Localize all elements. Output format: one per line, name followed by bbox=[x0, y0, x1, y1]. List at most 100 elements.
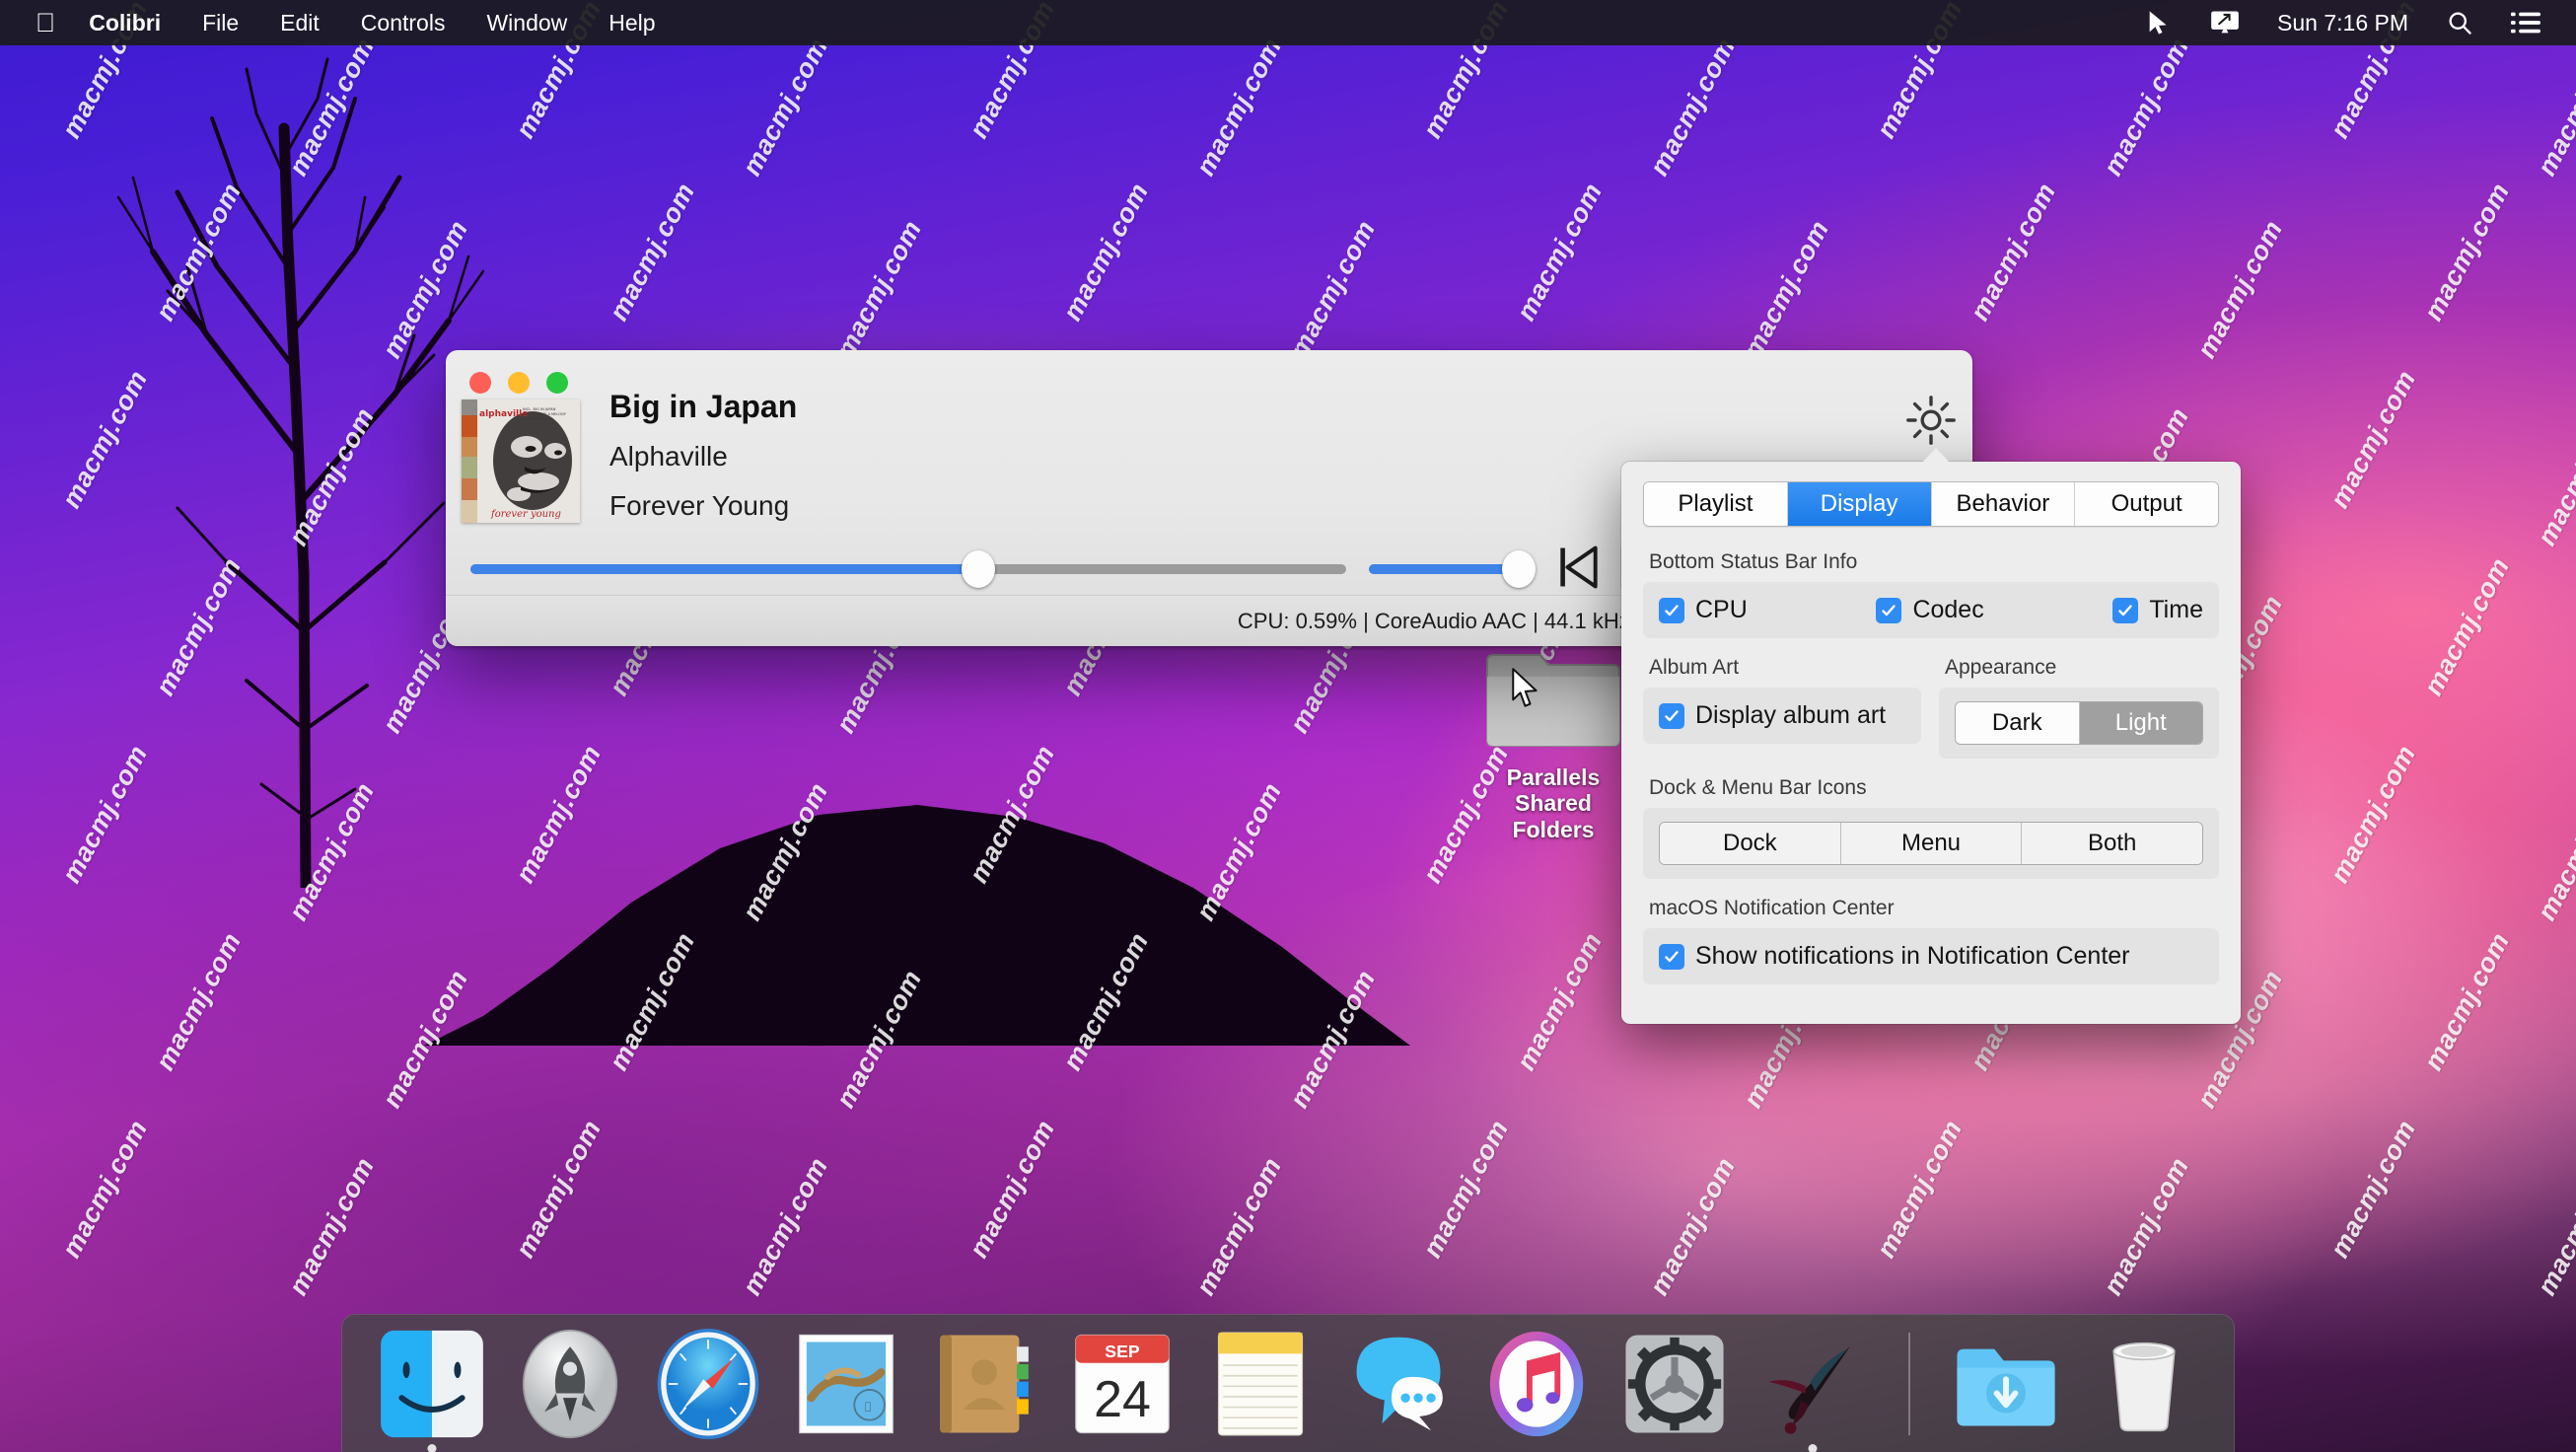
notes-icon bbox=[1202, 1326, 1319, 1442]
dock-item-mail[interactable]:  bbox=[788, 1326, 904, 1442]
dock-item-contacts[interactable] bbox=[926, 1326, 1042, 1442]
appearance-option-light[interactable]: Light bbox=[2080, 702, 2203, 744]
dock-item-launchpad[interactable] bbox=[512, 1326, 628, 1442]
progress-slider-knob[interactable] bbox=[962, 550, 995, 588]
track-metadata: Big in Japan Alphaville Forever Young bbox=[609, 389, 797, 522]
calendar-month: SEP bbox=[1105, 1341, 1140, 1360]
screen-share-icon[interactable] bbox=[2210, 9, 2240, 36]
messages-icon bbox=[1340, 1326, 1457, 1442]
search-icon[interactable] bbox=[2446, 9, 2473, 36]
shared-folder-icon bbox=[1479, 641, 1627, 752]
contacts-icon bbox=[926, 1326, 1042, 1442]
checkbox-show-notifications-label: Show notifications in Notification Cente… bbox=[1695, 942, 2130, 971]
dock-separator bbox=[1908, 1333, 1910, 1435]
itunes-icon bbox=[1478, 1326, 1595, 1442]
track-album: Forever Young bbox=[609, 490, 797, 522]
svg-text::  bbox=[865, 1399, 871, 1412]
dock-item-itunes[interactable] bbox=[1478, 1326, 1595, 1442]
finder-icon bbox=[374, 1326, 490, 1442]
section-label-dock-icons: Dock & Menu Bar Icons bbox=[1649, 776, 2219, 800]
preferences-popover[interactable]: Playlist Display Behavior Output Bottom … bbox=[1621, 462, 2241, 1024]
progress-slider[interactable] bbox=[470, 564, 1346, 574]
appearance-segmented-control: Dark Light bbox=[1955, 701, 2203, 745]
downloads-folder-icon bbox=[1948, 1326, 2064, 1442]
running-indicator bbox=[428, 1444, 437, 1452]
dock-icons-option-both[interactable]: Both bbox=[2022, 823, 2202, 864]
svg-text:SOUNDS LIKE A MELODY: SOUNDS LIKE A MELODY bbox=[523, 412, 567, 416]
dock:  SEP 24 bbox=[341, 1314, 2235, 1452]
dock-item-system-preferences[interactable] bbox=[1616, 1326, 1733, 1442]
preferences-tab-bar: Playlist Display Behavior Output bbox=[1643, 481, 2219, 527]
section-label-album-art: Album Art bbox=[1649, 656, 1921, 680]
close-button[interactable] bbox=[469, 372, 491, 394]
section-label-status-bar: Bottom Status Bar Info bbox=[1649, 550, 2219, 574]
dock-icons-option-menu[interactable]: Menu bbox=[1841, 823, 2023, 864]
dock-item-messages[interactable] bbox=[1340, 1326, 1457, 1442]
dock-item-finder[interactable] bbox=[374, 1326, 490, 1442]
svg-text:forever young: forever young bbox=[490, 509, 561, 520]
checkmark-icon bbox=[1876, 598, 1901, 623]
dock-item-trash[interactable] bbox=[2086, 1326, 2202, 1442]
previous-track-icon[interactable] bbox=[1556, 544, 1600, 590]
checkbox-show-notifications[interactable]: Show notifications in Notification Cente… bbox=[1659, 942, 2203, 971]
menu-item-help[interactable]: Help bbox=[608, 10, 655, 36]
window-traffic-lights bbox=[469, 372, 568, 394]
notification-options-group: Show notifications in Notification Cente… bbox=[1643, 928, 2219, 984]
checkmark-icon bbox=[2112, 598, 2138, 623]
tab-behavior[interactable]: Behavior bbox=[1932, 482, 2076, 526]
calendar-icon: SEP 24 bbox=[1064, 1326, 1181, 1442]
dock-item-colibri[interactable] bbox=[1754, 1326, 1871, 1442]
menu-item-app[interactable]: Colibri bbox=[89, 10, 161, 36]
tab-output[interactable]: Output bbox=[2075, 482, 2218, 526]
checkbox-display-album-art[interactable]: Display album art bbox=[1659, 701, 1905, 730]
running-indicator bbox=[1809, 1444, 1818, 1452]
menu-bar-clock[interactable]: Sun 7:16 PM bbox=[2277, 10, 2408, 36]
menu-item-window[interactable]: Window bbox=[486, 10, 567, 36]
minimize-button[interactable] bbox=[508, 372, 530, 394]
tab-display[interactable]: Display bbox=[1788, 482, 1932, 526]
checkbox-cpu[interactable]: CPU bbox=[1659, 596, 1748, 624]
tab-playlist[interactable]: Playlist bbox=[1644, 482, 1788, 526]
album-art-appearance-row: Album Art Display album art Appearance D… bbox=[1643, 656, 2219, 776]
checkbox-codec-label: Codec bbox=[1912, 596, 1983, 624]
colibri-icon bbox=[1754, 1326, 1871, 1442]
gear-icon[interactable] bbox=[1903, 393, 1959, 448]
album-art[interactable]: alphaville INCL. BIG IN JAPAN SOUNDS LIK… bbox=[462, 399, 580, 523]
pointer-icon[interactable] bbox=[2145, 9, 2173, 36]
volume-slider[interactable] bbox=[1369, 564, 1519, 574]
calendar-day: 24 bbox=[1094, 1371, 1151, 1428]
checkmark-icon bbox=[1659, 703, 1684, 729]
dock-item-notes[interactable] bbox=[1202, 1326, 1319, 1442]
system-preferences-icon bbox=[1616, 1326, 1733, 1442]
control-center-icon[interactable] bbox=[2511, 10, 2540, 36]
checkmark-icon bbox=[1659, 944, 1684, 970]
appearance-options-group: Dark Light bbox=[1939, 688, 2219, 759]
track-title: Big in Japan bbox=[609, 389, 797, 425]
menu-item-controls[interactable]: Controls bbox=[361, 10, 446, 36]
dock-icons-options-group: Dock Menu Both bbox=[1643, 808, 2219, 879]
desktop-icon-label: Parallels Shared Folders bbox=[1479, 764, 1627, 842]
svg-text:FOREVER YOUNG: FOREVER YOUNG bbox=[523, 417, 553, 421]
menu-item-edit[interactable]: Edit bbox=[280, 10, 320, 36]
track-artist: Alphaville bbox=[609, 441, 797, 472]
appearance-option-dark[interactable]: Dark bbox=[1956, 702, 2080, 744]
volume-slider-knob[interactable] bbox=[1502, 550, 1536, 588]
dock-icons-segmented-control: Dock Menu Both bbox=[1659, 822, 2203, 865]
album-art-options-group: Display album art bbox=[1643, 688, 1921, 744]
desktop-icon-shared-folders[interactable]: Parallels Shared Folders bbox=[1479, 641, 1627, 842]
apple-logo-icon[interactable]:  bbox=[36, 10, 55, 36]
zoom-button[interactable] bbox=[546, 372, 568, 394]
menu-item-file[interactable]: File bbox=[202, 10, 239, 36]
mail-icon:  bbox=[788, 1326, 904, 1442]
menu-bar:  Colibri File Edit Controls Window Help… bbox=[0, 0, 2576, 45]
section-label-notification-center: macOS Notification Center bbox=[1649, 897, 2219, 920]
checkbox-codec[interactable]: Codec bbox=[1876, 596, 1983, 624]
svg-text:alphaville: alphaville bbox=[479, 409, 528, 419]
dock-item-safari[interactable] bbox=[650, 1326, 766, 1442]
checkbox-time-label: Time bbox=[2149, 596, 2203, 624]
dock-item-calendar[interactable]: SEP 24 bbox=[1064, 1326, 1181, 1442]
dock-icons-option-dock[interactable]: Dock bbox=[1660, 823, 1841, 864]
dock-item-downloads[interactable] bbox=[1948, 1326, 2064, 1442]
checkbox-time[interactable]: Time bbox=[2112, 596, 2203, 624]
checkmark-icon bbox=[1659, 598, 1684, 623]
